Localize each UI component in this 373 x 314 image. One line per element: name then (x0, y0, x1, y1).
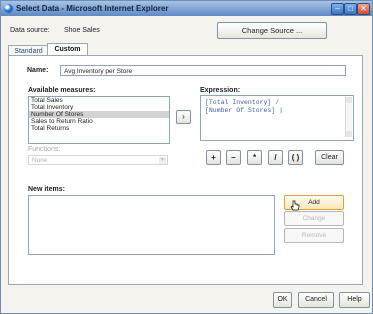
new-items-label: New items: (28, 186, 65, 193)
expression-editor[interactable]: [Total Inventory] / [Number Of Stores] | (200, 95, 354, 141)
available-measures-list[interactable]: Total Sales Total Inventory Number Of St… (28, 96, 170, 144)
expression-scrollbar[interactable] (345, 97, 352, 137)
data-source-label: Data source: (10, 27, 50, 34)
name-input[interactable]: Avg Inventory per Store (60, 65, 346, 76)
minimize-button[interactable]: – (331, 3, 344, 15)
title-bar: Select Data - Microsoft Internet Explore… (1, 1, 372, 16)
measure-item[interactable]: Sales to Return Ratio (29, 118, 169, 125)
scroll-up-arrow-icon[interactable] (346, 97, 352, 103)
multiply-operator-button[interactable]: * (247, 150, 262, 165)
cancel-button[interactable]: Cancel (298, 292, 334, 308)
available-measures-label: Available measures: (28, 87, 96, 94)
insert-measure-button[interactable]: › (176, 110, 191, 124)
name-label: Name: (27, 67, 49, 74)
maximize-button[interactable]: □ (344, 3, 357, 15)
measure-item[interactable]: Total Inventory (29, 104, 169, 111)
hand-cursor-icon (290, 200, 300, 211)
help-button[interactable]: Help (339, 292, 370, 308)
measure-item-selected[interactable]: Number Of Stores (29, 111, 169, 118)
remove-button[interactable]: Remove (284, 228, 344, 243)
data-source-value: Shoe Sales (64, 27, 100, 34)
change-source-button[interactable]: Change Source ... (217, 22, 327, 39)
measure-item[interactable]: Total Returns (29, 125, 169, 132)
clear-button[interactable]: Clear (315, 150, 344, 165)
functions-dropdown[interactable]: None ▼ (28, 155, 168, 165)
parentheses-operator-button[interactable]: ( ) (288, 150, 303, 165)
new-items-list[interactable] (28, 195, 275, 255)
dialog-window: Select Data - Microsoft Internet Explore… (0, 0, 373, 314)
chevron-down-icon: ▼ (159, 157, 166, 164)
plus-operator-button[interactable]: + (206, 150, 221, 165)
functions-label: Functions: (28, 146, 61, 153)
change-button[interactable]: Change (284, 211, 344, 226)
close-button[interactable]: ✕ (357, 3, 370, 15)
measure-item[interactable]: Total Sales (29, 97, 169, 104)
minus-operator-button[interactable]: – (226, 150, 241, 165)
expression-label: Expression: (200, 87, 241, 94)
window-title: Select Data - Microsoft Internet Explore… (16, 4, 169, 13)
expression-line: [Total Inventory] / (205, 99, 280, 106)
divide-operator-button[interactable]: / (268, 150, 283, 165)
scroll-down-arrow-icon[interactable] (346, 131, 352, 137)
ok-button[interactable]: OK (273, 292, 292, 308)
expression-line: [Number Of Stores] | (205, 107, 284, 114)
functions-value: None (32, 157, 48, 164)
internet-explorer-icon (4, 4, 13, 13)
